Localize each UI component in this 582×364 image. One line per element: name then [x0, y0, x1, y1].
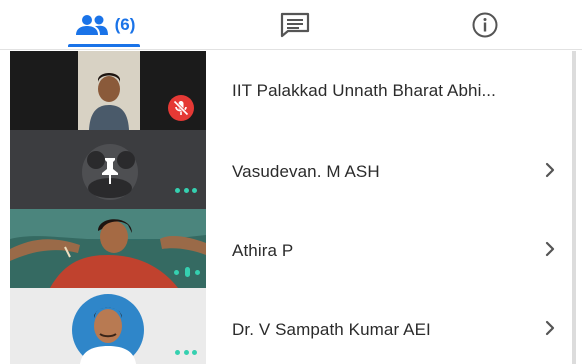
participant-video-tile: [10, 209, 206, 288]
people-icon: [75, 15, 108, 35]
active-tab-indicator: [68, 44, 140, 47]
more-options-dots-icon[interactable]: [175, 350, 197, 356]
audio-level-icon: [174, 267, 200, 277]
participant-video-tile: [10, 288, 206, 364]
mic-off-icon: [168, 95, 194, 121]
participant-row[interactable]: Dr. V Sampath Kumar AEI: [0, 288, 582, 364]
participant-row[interactable]: Vasudevan. M ASH: [0, 130, 582, 209]
chevron-right-icon[interactable]: [540, 160, 560, 180]
participant-video-tile: [10, 51, 206, 130]
participant-row[interactable]: Athira P: [0, 209, 582, 288]
participant-name: Athira P: [232, 241, 294, 260]
participant-row[interactable]: IIT Palakkad Unnath Bharat Abhi...: [0, 51, 582, 130]
tab-chat[interactable]: [250, 0, 340, 50]
chat-icon: [280, 12, 310, 38]
info-icon: [472, 12, 498, 38]
more-options-dots-icon[interactable]: [175, 188, 197, 194]
participant-count: (6): [114, 15, 136, 34]
participant-name: Vasudevan. M ASH: [232, 162, 380, 181]
chevron-right-icon[interactable]: [540, 318, 560, 338]
participant-name: Dr. V Sampath Kumar AEI: [232, 320, 431, 339]
tab-info[interactable]: [440, 0, 530, 50]
chevron-right-icon[interactable]: [540, 239, 560, 259]
participants-tab-bar: (6): [0, 0, 582, 50]
tab-people[interactable]: (6): [60, 0, 150, 50]
participant-video-tile: [10, 130, 206, 209]
participant-name: IIT Palakkad Unnath Bharat Abhi...: [232, 81, 496, 100]
scrollbar[interactable]: [572, 51, 576, 364]
pin-icon: [102, 158, 118, 184]
